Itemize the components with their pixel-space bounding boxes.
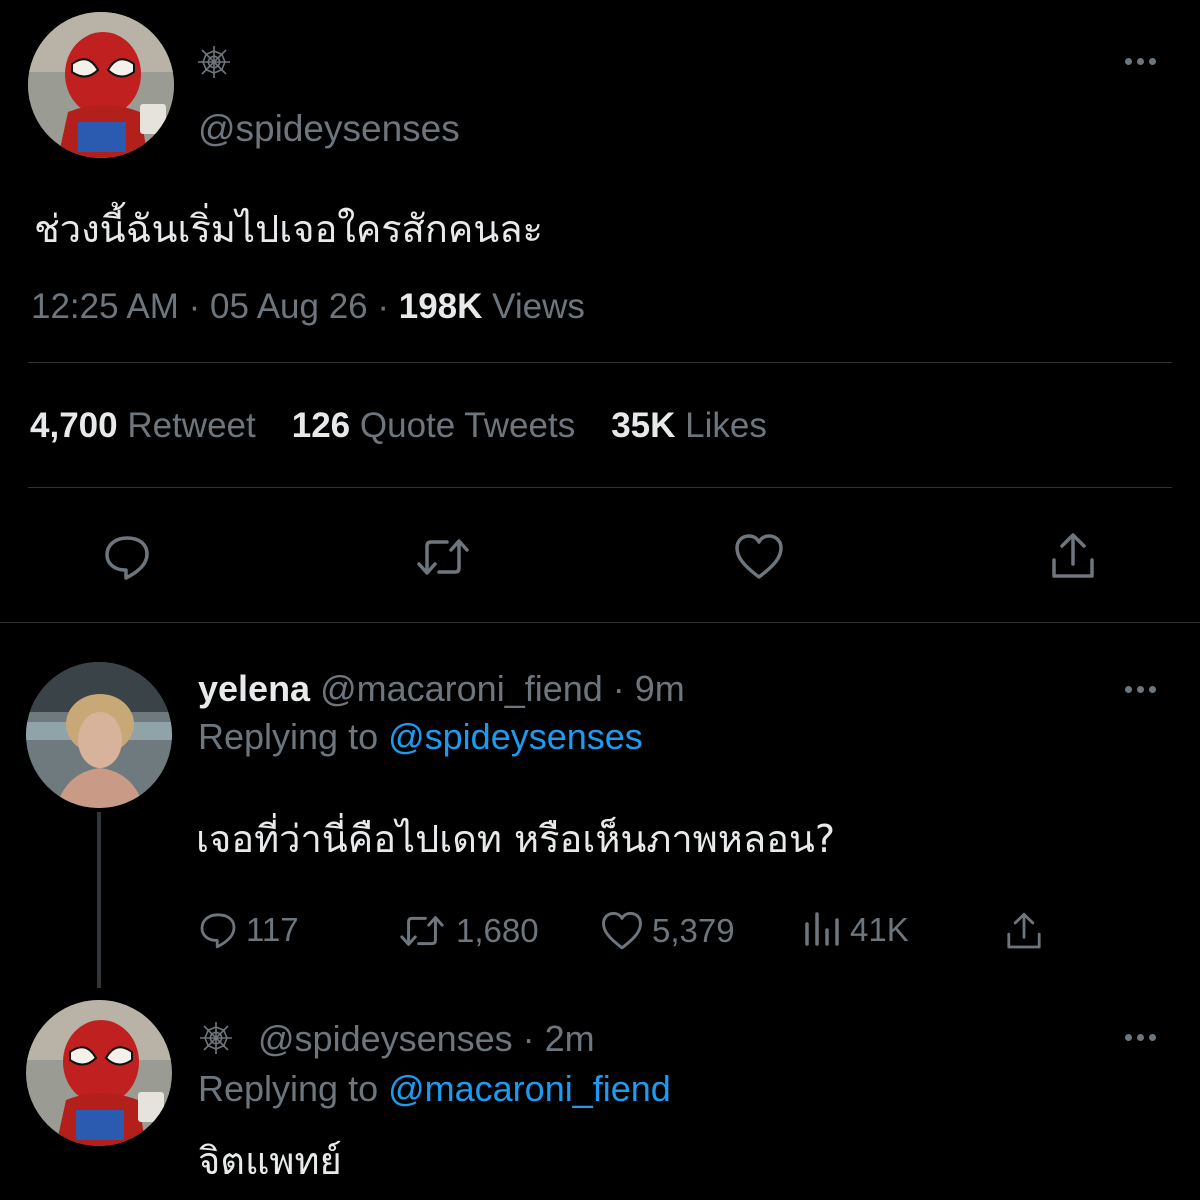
display-name[interactable]: yelena [198, 668, 310, 709]
replying-prefix: Replying to [198, 716, 389, 757]
stat-likes[interactable]: 35K Likes [611, 406, 767, 445]
handle-time[interactable]: @macaroni_fiend · 9m [320, 668, 685, 709]
replying-to: Replying to @macaroni_fiend [198, 1068, 671, 1110]
quotes-count: 126 [291, 406, 351, 445]
reply-count[interactable]: 117 [198, 910, 299, 950]
more-options-icon[interactable] [1120, 682, 1160, 696]
retweet-count[interactable]: 1,680 [396, 910, 539, 952]
thread-line [97, 812, 101, 988]
likes-count: 35K [611, 406, 676, 445]
divider [0, 622, 1200, 623]
like-icon [602, 911, 642, 950]
retweets-label: Retweet [127, 406, 256, 445]
reply-text: จิตแพทย์ [198, 1139, 342, 1183]
divider [28, 362, 1172, 363]
reply-icon[interactable] [102, 532, 152, 582]
avatar-spideysenses[interactable] [26, 1000, 172, 1146]
reply-icon [200, 913, 236, 949]
yelena-avatar-image [26, 662, 172, 808]
spiderman-avatar-image [26, 1000, 172, 1146]
reply-header: yelena @macaroni_fiend · 9m [198, 668, 685, 710]
retweets-count: 4,700 [30, 406, 118, 445]
retweet-count-value: 1,680 [456, 912, 539, 949]
tweet-meta: 12:25 AM · 05 Aug 26 · 198K Views [31, 287, 585, 327]
handle-time[interactable]: @spideysenses · 2m [258, 1018, 595, 1060]
views-count: 198K [398, 287, 483, 326]
quotes-label: Quote Tweets [359, 406, 576, 445]
replying-prefix: Replying to [198, 1068, 389, 1109]
replying-to-link[interactable]: @spideysenses [388, 716, 643, 757]
likes-label: Likes [685, 406, 767, 445]
share-icon[interactable] [1048, 530, 1098, 582]
like-count[interactable]: 5,379 [600, 910, 735, 952]
tweet-text: ช่วงนี้ฉันเริ่มไปเจอใครสักคนละ [34, 207, 543, 251]
avatar-spideysenses[interactable] [28, 12, 174, 158]
more-options-icon[interactable] [1120, 54, 1160, 68]
spider-web-icon [198, 1020, 234, 1056]
retweet-icon [400, 916, 444, 946]
views-count[interactable]: 41K [802, 910, 909, 950]
retweet-icon[interactable] [413, 532, 473, 582]
replying-to-link[interactable]: @macaroni_fiend [388, 1068, 671, 1109]
like-icon[interactable] [733, 532, 785, 582]
replying-to: Replying to @spideysenses [198, 716, 643, 758]
avatar-yelena[interactable] [26, 662, 172, 808]
divider [28, 487, 1172, 488]
tweet-handle[interactable]: @spideysenses [198, 108, 460, 150]
like-count-value: 5,379 [652, 912, 735, 949]
tweet-timestamp: 12:25 AM · 05 Aug 26 · [31, 287, 399, 326]
tweet-stats: 4,700 Retweet 126 Quote Tweets 35K Likes [30, 406, 767, 446]
stat-quotes[interactable]: 126 Quote Tweets [292, 406, 575, 445]
spiderman-avatar-image [28, 12, 174, 158]
views-count-value: 41K [850, 911, 909, 948]
reply-text: เจอที่ว่านี่คือไปเดท หรือเห็นภาพหลอน? [196, 817, 836, 861]
reply-count-value: 117 [246, 911, 299, 948]
share-icon[interactable] [1004, 910, 1044, 952]
views-label: Views [482, 287, 585, 326]
views-icon [805, 912, 839, 946]
stat-retweets[interactable]: 4,700 Retweet [30, 406, 256, 445]
more-options-icon[interactable] [1120, 1030, 1160, 1044]
spider-web-icon [196, 44, 232, 80]
